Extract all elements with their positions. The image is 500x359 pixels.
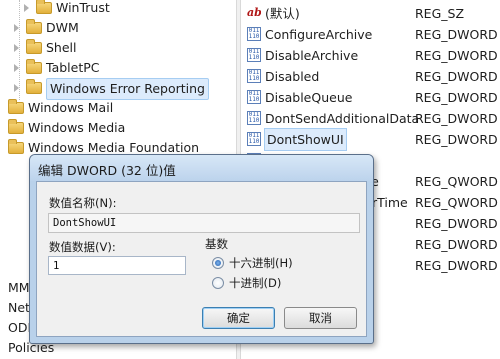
folder-icon — [26, 39, 42, 54]
cancel-button[interactable]: 取消 — [284, 307, 357, 329]
folder-icon — [8, 99, 24, 114]
value-type: REG_DWORD — [415, 90, 498, 105]
dialog-body: 数值名称(N): DontShowUI 数值数据(V): 1 基数 十六进制(H… — [36, 181, 367, 337]
value-name: rTime — [372, 195, 408, 210]
binary-value-icon: 011110 — [247, 90, 261, 104]
value-name: DontShowUI — [264, 128, 347, 151]
tree-item-label: DWM — [46, 20, 79, 35]
folder-icon — [36, 0, 52, 14]
tree-item-label: Windows Error Reporting — [46, 78, 209, 100]
value-row[interactable]: 011 110 Disabled REG_DWORD — [241, 66, 500, 87]
tree-item-label: TabletPC — [46, 60, 100, 75]
tree-item-label: Windows Mail — [28, 100, 114, 115]
value-type: REG_QWORD — [415, 195, 498, 210]
decimal-radio[interactable] — [212, 277, 224, 289]
dialog-titlebar[interactable]: 编辑 DWORD (32 位)值 — [30, 155, 373, 181]
binary-value-icon: 011110 — [247, 27, 261, 41]
ab-string-icon: ab — [247, 6, 261, 19]
value-name: DisableArchive — [265, 48, 359, 63]
tree-item[interactable]: TabletPC — [0, 58, 236, 78]
value-row[interactable]: 011 110 DontShowUI REG_DWORD — [241, 128, 500, 151]
value-data-field[interactable]: 1 — [48, 256, 186, 275]
value-type: REG_DWORD — [415, 216, 498, 231]
binary-value-icon: 011110 — [247, 48, 261, 62]
tree-item-label: Windows Media — [28, 120, 126, 135]
value-data-label: 数值数据(V): — [49, 240, 116, 254]
binary-value-icon: 011110 — [247, 111, 261, 125]
binary-value-icon: 011110 — [247, 132, 261, 146]
value-name: (默认) — [265, 6, 300, 21]
expand-arrow-icon[interactable] — [14, 24, 19, 32]
base-group: 基数 十六进制(H) 十进制(D) — [191, 232, 361, 290]
binary-value-icon: 011110 — [247, 69, 261, 83]
dialog-title: 编辑 DWORD (32 位)值 — [38, 163, 176, 178]
folder-icon — [26, 19, 42, 34]
value-name: DontSendAdditionalData — [265, 111, 420, 126]
tree-item-label: Net — [8, 300, 30, 315]
value-type: REG_SZ — [415, 6, 465, 21]
tree-item-label: WinTrust — [56, 0, 110, 15]
hex-radio-label[interactable]: 十六进制(H) — [229, 255, 293, 271]
value-row[interactable]: 011 110 DisableArchive REG_DWORD — [241, 45, 500, 66]
value-row[interactable]: 011 110 DisableQueue REG_DWORD — [241, 87, 500, 108]
decimal-radio-label[interactable]: 十进制(D) — [229, 275, 281, 291]
tree-item[interactable]: Windows Media — [0, 118, 236, 138]
tree-item-label: Shell — [46, 40, 77, 55]
value-name: ConfigureArchive — [265, 27, 373, 42]
value-type: REG_DWORD — [415, 27, 498, 42]
tree-item[interactable]: Windows Mail — [0, 98, 236, 118]
value-row[interactable]: 011 110 ConfigureArchive REG_DWORD — [241, 24, 500, 45]
value-type: REG_DWORD — [415, 111, 498, 126]
expand-arrow-icon[interactable] — [14, 64, 19, 72]
value-name: DisableQueue — [265, 90, 353, 105]
value-type: REG_DWORD — [415, 237, 498, 252]
value-type: REG_QWORD — [415, 174, 498, 189]
value-name: Disabled — [265, 69, 320, 84]
value-row[interactable]: 011 110 DontSendAdditionalData REG_DWORD — [241, 108, 500, 129]
value-type: REG_DWORD — [415, 69, 498, 84]
tree-item-label: MM — [8, 280, 30, 295]
expand-arrow-icon[interactable] — [24, 4, 29, 12]
base-label: 基数 — [205, 237, 228, 251]
folder-icon — [26, 79, 42, 94]
value-type: REG_DWORD — [415, 132, 498, 147]
folder-icon — [26, 59, 42, 74]
value-name-field[interactable]: DontShowUI — [48, 213, 360, 233]
value-type: REG_DWORD — [415, 48, 498, 63]
edit-dword-dialog: 编辑 DWORD (32 位)值 数值名称(N): DontShowUI 数值数… — [29, 154, 374, 344]
expand-arrow-icon[interactable] — [14, 84, 19, 92]
tree-item[interactable]: Shell — [0, 38, 236, 58]
tree-item[interactable]: WinTrust — [0, 0, 236, 18]
value-name-label: 数值名称(N): — [49, 196, 117, 210]
expand-arrow-icon[interactable] — [14, 44, 19, 52]
value-row[interactable]: ab (默认) REG_SZ — [241, 3, 500, 24]
ok-button[interactable]: 确定 — [202, 307, 275, 329]
tree-item[interactable]: Windows Error Reporting — [0, 78, 236, 100]
hex-radio[interactable] — [212, 257, 224, 269]
value-type: REG_DWORD — [415, 258, 498, 273]
folder-icon — [8, 119, 24, 134]
folder-icon — [8, 139, 24, 154]
tree-item[interactable]: DWM — [0, 18, 236, 38]
